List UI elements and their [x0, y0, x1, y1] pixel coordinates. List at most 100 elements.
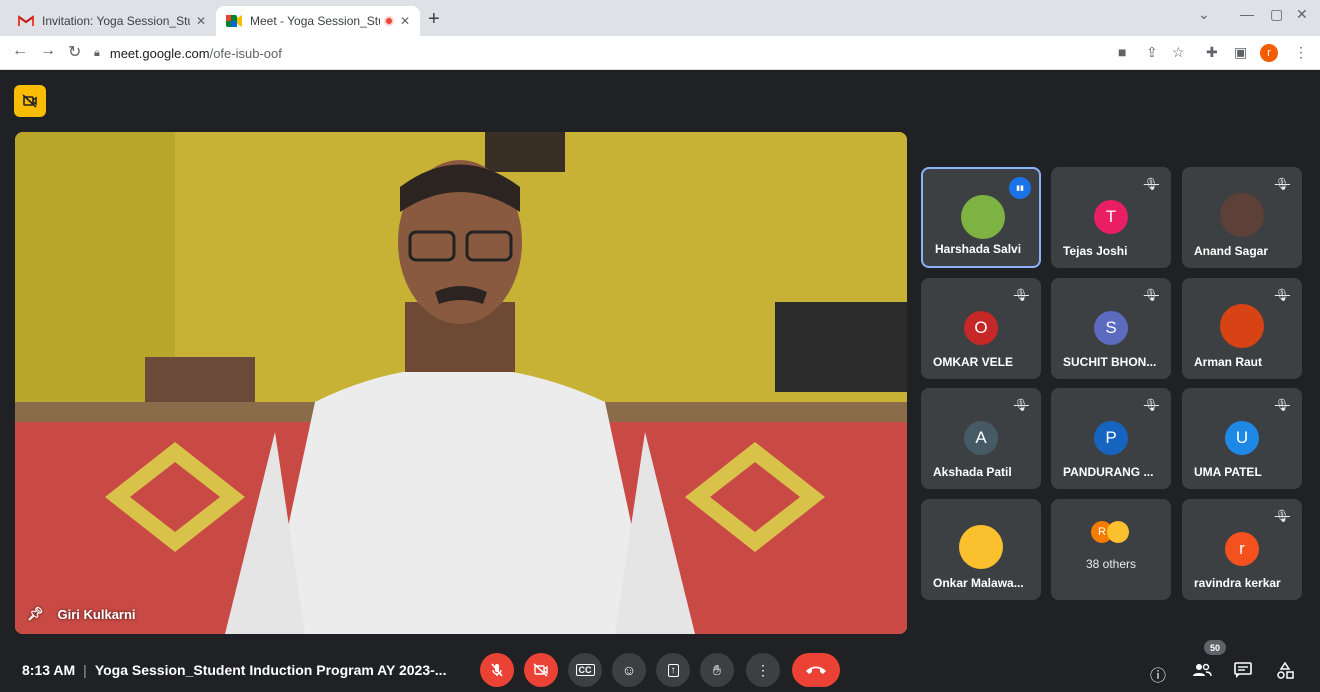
camera-off-button[interactable] [524, 653, 558, 687]
participant-tile[interactable]: Harshada Salvi ▮▮ [921, 167, 1041, 268]
meeting-info-icon[interactable]: ⓘ [1150, 662, 1166, 686]
participant-name: Tejas Joshi [1063, 244, 1128, 258]
mic-off-button[interactable] [480, 653, 514, 687]
participant-avatar: U [1225, 421, 1259, 455]
meeting-details: 8:13 AM | Yoga Session_Student Induction P… [22, 662, 446, 678]
url-path: /ofe-isub-oof [209, 45, 282, 61]
meet-icon [226, 14, 242, 28]
main-speaker-label: 📌︎ Giri Kulkarni [27, 606, 136, 622]
participant-tile[interactable]: P PANDURANG ... 🎙︎ [1051, 388, 1171, 489]
present-screen-button[interactable]: ↑ [656, 653, 690, 687]
more-vert-icon: ⋮ [756, 661, 770, 678]
extensions-icon[interactable]: ✚ [1206, 44, 1218, 61]
chat-icon[interactable] [1234, 662, 1252, 683]
participant-name: Harshada Salvi [935, 242, 1022, 256]
participant-tile[interactable]: Arman Raut 🎙︎ [1182, 278, 1302, 379]
participant-tile[interactable]: R 38 others [1051, 499, 1171, 600]
browser-tabstrip: Invitation: Yoga Session_Student ✕ Meet … [0, 0, 1320, 36]
participant-tile[interactable]: U UMA PATEL 🎙︎ [1182, 388, 1302, 489]
participant-tile[interactable]: Onkar Malawa... [921, 499, 1041, 600]
hang-up-icon [806, 666, 826, 674]
captions-icon: CC [575, 664, 595, 676]
tab-title: Invitation: Yoga Session_Student [42, 14, 190, 28]
people-icon[interactable] [1192, 662, 1212, 683]
meet-stage: 📌︎ Giri Kulkarni Harshada Salvi ▮▮ T Tejas … [0, 70, 1320, 692]
main-speaker-name: Giri Kulkarni [57, 606, 136, 622]
separator: | [83, 662, 87, 678]
participant-name: Anand Sagar [1194, 244, 1269, 258]
bookmark-star-icon[interactable]: ☆ [1172, 44, 1185, 61]
recording-indicator-icon [383, 16, 394, 26]
raise-hand-button[interactable]: ✋︎ [700, 653, 734, 687]
lock-icon: 🔒︎ [94, 46, 100, 59]
camera-off-notice-icon[interactable] [14, 85, 46, 117]
participant-photo [1220, 193, 1264, 237]
mic-off-icon: 🎙︎ [1274, 398, 1290, 412]
camera-in-use-icon[interactable]: ■ [1118, 44, 1126, 60]
tab-meet[interactable]: Meet - Yoga Session_Student ✕ [216, 6, 420, 36]
mic-off-icon: 🎙︎ [1013, 398, 1029, 412]
emoji-reactions-button[interactable]: ☺ [612, 653, 646, 687]
speaker-video-feed [15, 132, 907, 634]
participant-avatar: A [964, 421, 998, 455]
mic-off-icon: 🎙︎ [1143, 398, 1159, 412]
mic-off-icon: 🎙︎ [1274, 177, 1290, 191]
url-host: meet.google.com [109, 45, 210, 61]
address-bar[interactable]: 🔒︎ meet.google.com/ofe-isub-oof [94, 40, 1094, 66]
close-tab-icon[interactable]: ✕ [196, 14, 206, 28]
participant-name: PANDURANG ... [1063, 465, 1154, 479]
meeting-title: Yoga Session_Student Induction Program A… [94, 662, 447, 678]
participant-avatar: S [1094, 311, 1128, 345]
hand-icon: ✋︎ [713, 661, 721, 678]
new-tab-button[interactable]: + [428, 8, 440, 31]
participant-tile[interactable]: O OMKAR VELE 🎙︎ [921, 278, 1041, 379]
participant-tile[interactable]: S SUCHIT BHON... 🎙︎ [1051, 278, 1171, 379]
speaking-indicator-icon: ▮▮ [1009, 177, 1031, 199]
menu-kebab-icon[interactable]: ⋮ [1294, 44, 1308, 61]
side-panel-icon[interactable]: ▣ [1234, 44, 1247, 61]
close-window-button[interactable]: ✕ [1296, 6, 1308, 23]
more-options-button[interactable]: ⋮ [746, 653, 780, 687]
activities-icon[interactable] [1276, 661, 1294, 685]
participant-count-badge: 50 [1204, 640, 1226, 655]
clock-time: 8:13 AM [22, 662, 76, 678]
maximize-button[interactable]: ▢ [1270, 6, 1283, 23]
present-icon: ↑ [667, 663, 679, 677]
minimize-button[interactable]: — [1240, 6, 1254, 22]
emoji-icon: ☺ [621, 662, 637, 678]
share-icon[interactable]: ⇪ [1146, 44, 1158, 61]
participant-tile[interactable]: r ravindra kerkar 🎙︎ [1182, 499, 1302, 600]
mic-off-icon: 🎙︎ [1274, 288, 1290, 302]
meeting-control-bar: 8:13 AM | Yoga Session_Student Induction P… [0, 640, 1320, 692]
main-speaker-video[interactable]: 📌︎ Giri Kulkarni [15, 132, 907, 634]
participant-name: Onkar Malawa... [933, 576, 1024, 590]
gmail-icon [18, 14, 34, 28]
participant-tile[interactable]: Anand Sagar 🎙︎ [1182, 167, 1302, 268]
participant-photo [1220, 304, 1264, 348]
participant-name: Arman Raut [1194, 355, 1263, 369]
mic-off-icon: 🎙︎ [1274, 509, 1290, 523]
participant-name: Akshada Patil [933, 465, 1012, 479]
captions-button[interactable]: CC [568, 653, 602, 687]
profile-avatar[interactable]: r [1260, 44, 1278, 62]
tab-gmail-invitation[interactable]: Invitation: Yoga Session_Student ✕ [8, 6, 216, 36]
browser-toolbar: ← → ↻ 🔒︎ meet.google.com/ofe-isub-oof ■ … [0, 36, 1320, 70]
reload-icon[interactable]: ↻ [68, 42, 81, 62]
participant-tile[interactable]: A Akshada Patil 🎙︎ [921, 388, 1041, 489]
participant-tile[interactable]: T Tejas Joshi 🎙︎ [1051, 167, 1171, 268]
participant-photo [1107, 521, 1129, 543]
mic-off-icon: 🎙︎ [1013, 288, 1029, 302]
tab-title: Meet - Yoga Session_Student [250, 14, 380, 28]
mic-off-icon [491, 663, 503, 677]
leave-call-button[interactable] [792, 653, 840, 687]
back-arrow-icon[interactable]: ← [12, 42, 28, 60]
close-tab-icon[interactable]: ✕ [400, 14, 410, 28]
tab-search-icon[interactable]: ⌄ [1198, 6, 1210, 23]
mic-off-icon: 🎙︎ [1143, 177, 1159, 191]
participant-avatar: O [964, 311, 998, 345]
participant-avatar: T [1094, 200, 1128, 234]
participant-name: ravindra kerkar [1194, 576, 1281, 590]
forward-arrow-icon[interactable]: → [40, 42, 56, 60]
participant-avatar: P [1094, 421, 1128, 455]
pin-icon[interactable]: 📌︎ [27, 606, 44, 622]
